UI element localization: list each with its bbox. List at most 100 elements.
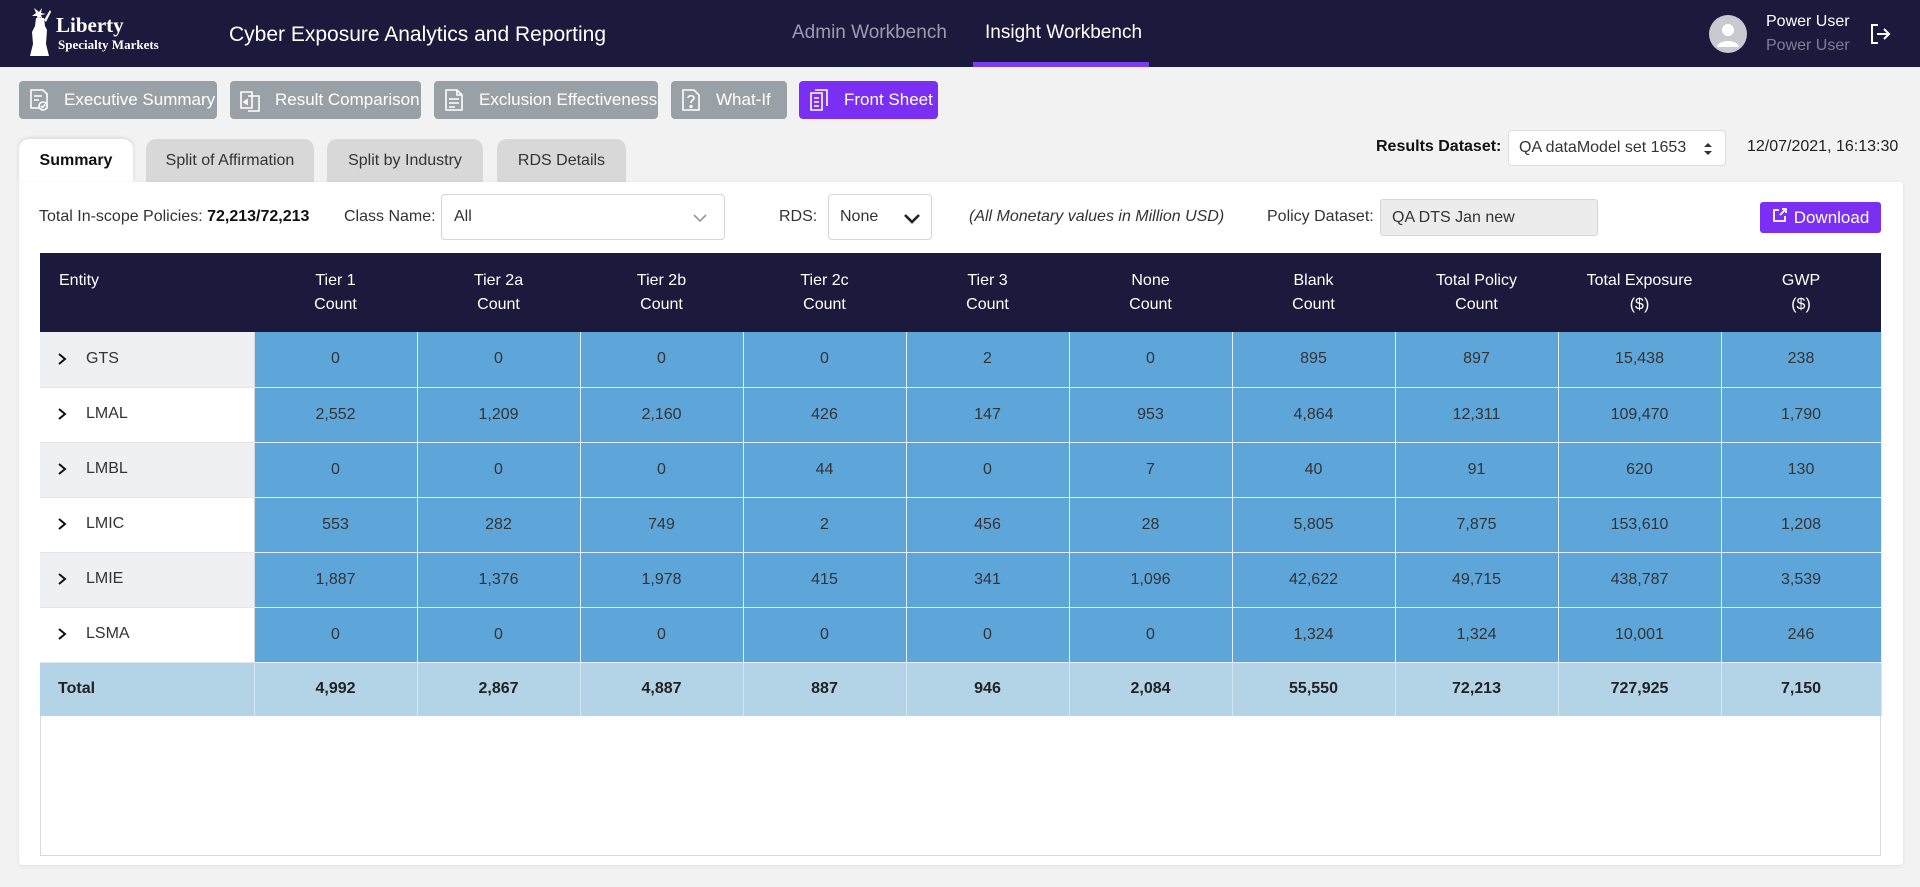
value-cell: 2 bbox=[906, 332, 1070, 388]
value-cell: 4,864 bbox=[1232, 387, 1396, 443]
value-cell: 1,208 bbox=[1721, 497, 1882, 553]
value-cell: 0 bbox=[417, 442, 581, 498]
value-cell: 40 bbox=[1232, 442, 1396, 498]
col-header-tier3[interactable]: Tier 3 Count bbox=[906, 253, 1069, 332]
tab-summary[interactable]: Summary bbox=[19, 139, 133, 182]
value-cell: 0 bbox=[580, 442, 744, 498]
logout-icon[interactable] bbox=[1868, 22, 1892, 46]
value-cell: 7 bbox=[1069, 442, 1233, 498]
value-cell: 895 bbox=[1232, 332, 1396, 388]
chevron-right-icon[interactable] bbox=[56, 627, 68, 641]
entity-cell[interactable]: LMBL bbox=[40, 442, 255, 498]
summary-table: Entity Tier 1 Count Tier 2a Count Tier 2b C… bbox=[40, 253, 1882, 716]
in-scope-policies-value: 72,213/72,213 bbox=[207, 208, 310, 225]
entity-cell[interactable]: LMIE bbox=[40, 552, 255, 608]
app-title: Cyber Exposure Analytics and Reporting bbox=[229, 23, 607, 46]
statue-of-liberty-icon bbox=[20, 4, 60, 63]
chevron-right-icon[interactable] bbox=[56, 517, 68, 531]
value-cell: 91 bbox=[1395, 442, 1559, 498]
table-row: LMIC 553 282 749 2 456 28 5,805 7,875 153,610 1,20… bbox=[40, 497, 1882, 553]
col-header-blank[interactable]: Blank Count bbox=[1232, 253, 1395, 332]
chevron-right-icon[interactable] bbox=[56, 352, 68, 366]
entity-name: LMIC bbox=[86, 515, 125, 533]
what-if-button[interactable]: What-If bbox=[671, 81, 787, 119]
col-header-total-exposure[interactable]: Total Exposure ($) bbox=[1558, 253, 1721, 332]
value-cell: 1,209 bbox=[417, 387, 581, 443]
rds-label: RDS: bbox=[779, 208, 818, 225]
total-value-cell: 55,550 bbox=[1232, 662, 1396, 716]
nav-insight-workbench[interactable]: Insight Workbench bbox=[985, 22, 1142, 44]
entity-cell[interactable]: LMAL bbox=[40, 387, 255, 443]
user-role: Power User bbox=[1766, 37, 1850, 54]
value-cell: 10,001 bbox=[1558, 607, 1722, 663]
chevron-down-icon bbox=[903, 212, 921, 224]
value-cell: 1,324 bbox=[1232, 607, 1396, 663]
result-comparison-button[interactable]: Result Comparison bbox=[230, 81, 421, 119]
total-value-cell: 7,150 bbox=[1721, 662, 1882, 716]
value-cell: 0 bbox=[417, 332, 581, 388]
col-header-tier1[interactable]: Tier 1 Count bbox=[254, 253, 417, 332]
col-header-tier2c[interactable]: Tier 2c Count bbox=[743, 253, 906, 332]
nav-admin-workbench[interactable]: Admin Workbench bbox=[792, 22, 947, 44]
document-icon bbox=[443, 88, 465, 112]
col-header-tier2b[interactable]: Tier 2b Count bbox=[580, 253, 743, 332]
value-cell: 130 bbox=[1721, 442, 1882, 498]
rds-value: None bbox=[840, 208, 879, 225]
class-name-select[interactable]: All bbox=[441, 194, 725, 240]
app-header: Liberty Specialty Markets Cyber Exposure… bbox=[0, 0, 1920, 67]
total-row: Total 4,992 2,867 4,887 887 946 2,084 55,550 72… bbox=[40, 662, 1882, 716]
entity-cell[interactable]: LMIC bbox=[40, 497, 255, 553]
value-cell: 0 bbox=[743, 332, 907, 388]
table-row: GTS 0 0 0 0 2 0 895 897 15,438 238 bbox=[40, 332, 1882, 388]
rds-select[interactable]: None bbox=[828, 194, 932, 240]
user-avatar-icon[interactable] bbox=[1709, 15, 1747, 53]
value-cell: 7,875 bbox=[1395, 497, 1559, 553]
entity-cell[interactable]: GTS bbox=[40, 332, 255, 388]
table-row: LMBL 0 0 0 44 0 7 40 91 620 130 bbox=[40, 442, 1882, 498]
exclusion-effectiveness-button[interactable]: Exclusion Effectiveness bbox=[434, 81, 658, 119]
results-dataset-select[interactable]: QA dataModel set 1653 bbox=[1508, 130, 1726, 166]
value-cell: 2,552 bbox=[254, 387, 418, 443]
value-cell: 153,610 bbox=[1558, 497, 1722, 553]
monetary-note: (All Monetary values in Million USD) bbox=[969, 208, 1225, 225]
value-cell: 426 bbox=[743, 387, 907, 443]
col-header-entity[interactable]: Entity bbox=[40, 253, 254, 332]
col-header-tier2a[interactable]: Tier 2a Count bbox=[417, 253, 580, 332]
tab-split-of-affirmation[interactable]: Split of Affirmation bbox=[146, 139, 314, 182]
value-cell: 15,438 bbox=[1558, 332, 1722, 388]
value-cell: 341 bbox=[906, 552, 1070, 608]
value-cell: 2,160 bbox=[580, 387, 744, 443]
col-header-gwp[interactable]: GWP ($) bbox=[1721, 253, 1881, 332]
tab-split-by-industry[interactable]: Split by Industry bbox=[327, 139, 483, 182]
value-cell: 109,470 bbox=[1558, 387, 1722, 443]
value-cell: 0 bbox=[254, 442, 418, 498]
in-scope-policies: Total In-scope Policies: 72,213/72,213 bbox=[39, 208, 309, 226]
executive-summary-button[interactable]: Executive Summary bbox=[19, 81, 217, 119]
col-header-total-policy[interactable]: Total Policy Count bbox=[1395, 253, 1558, 332]
download-button[interactable]: Download bbox=[1760, 202, 1881, 233]
value-cell: 5,805 bbox=[1232, 497, 1396, 553]
result-comparison-label: Result Comparison bbox=[275, 90, 420, 109]
value-cell: 44 bbox=[743, 442, 907, 498]
report-check-icon bbox=[28, 88, 50, 112]
logo[interactable]: Liberty Specialty Markets bbox=[20, 6, 180, 60]
chevron-right-icon[interactable] bbox=[56, 407, 68, 421]
value-cell: 953 bbox=[1069, 387, 1233, 443]
total-value-cell: 887 bbox=[743, 662, 907, 716]
value-cell: 1,096 bbox=[1069, 552, 1233, 608]
front-sheet-button[interactable]: Front Sheet bbox=[799, 81, 938, 119]
tab-rds-details[interactable]: RDS Details bbox=[497, 139, 626, 182]
chevron-right-icon[interactable] bbox=[56, 572, 68, 586]
entity-cell[interactable]: LSMA bbox=[40, 607, 255, 663]
table-row: LSMA 0 0 0 0 0 0 1,324 1,324 10,001 246 bbox=[40, 607, 1882, 663]
value-cell: 0 bbox=[254, 607, 418, 663]
summary-table-container: Entity Tier 1 Count Tier 2a Count Tier 2b C… bbox=[40, 253, 1882, 856]
value-cell: 749 bbox=[580, 497, 744, 553]
col-header-none[interactable]: None Count bbox=[1069, 253, 1232, 332]
chevron-right-icon[interactable] bbox=[56, 462, 68, 476]
front-sheet-label: Front Sheet bbox=[844, 90, 933, 109]
total-value-cell: 4,887 bbox=[580, 662, 744, 716]
value-cell: 0 bbox=[1069, 607, 1233, 663]
class-name-value: All bbox=[454, 208, 472, 225]
entity-name: LMIE bbox=[86, 570, 124, 588]
